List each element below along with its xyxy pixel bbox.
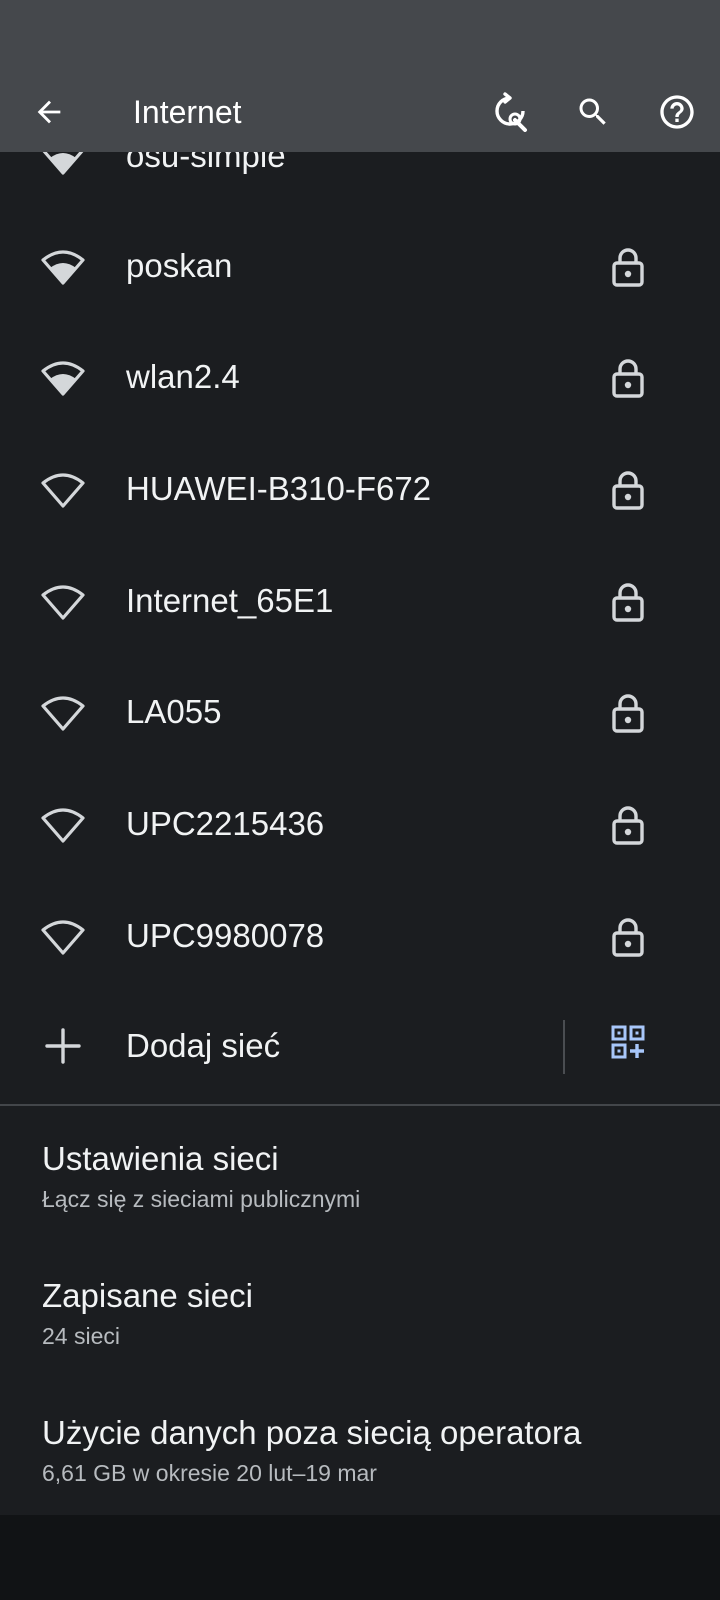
setting-title: Ustawienia sieci — [42, 1140, 279, 1177]
back-button[interactable] — [13, 76, 85, 148]
lock-icon — [612, 806, 644, 845]
wifi-signal-weak-icon — [41, 696, 85, 731]
divider — [563, 1020, 565, 1074]
wifi-network-row[interactable]: LA055 — [0, 656, 720, 768]
help-button[interactable] — [641, 76, 713, 148]
wifi-signal-weak-icon — [41, 473, 85, 508]
wifi-repair-icon — [495, 92, 527, 132]
internet-settings-screen: Internet osu-simple poskan wlan2.4 HUAWE… — [0, 0, 720, 1600]
add-network-row: Dodaj sieć — [0, 993, 720, 1105]
arrow-left-icon — [37, 100, 61, 124]
setting-title: Użycie danych poza siecią operatora — [42, 1414, 582, 1451]
help-icon — [660, 95, 694, 129]
qr-scan-icon[interactable] — [611, 1025, 645, 1059]
network-name: wlan2.4 — [126, 358, 240, 395]
page-title: Internet — [133, 94, 242, 130]
saved-networks-item[interactable]: Zapisane sieci 24 sieci — [0, 1257, 720, 1387]
navigation-bar — [0, 1515, 720, 1600]
network-name: poskan — [126, 247, 233, 284]
wifi-network-row[interactable]: UPC2215436 — [0, 768, 720, 880]
lock-icon — [612, 694, 644, 733]
lock-icon — [612, 248, 644, 287]
content-area: Internet osu-simple poskan wlan2.4 HUAWE… — [0, 0, 720, 1515]
wifi-signal-weak-icon — [41, 585, 85, 620]
wifi-signal-strong-icon — [41, 250, 85, 285]
lock-icon — [612, 471, 644, 510]
wifi-network-row[interactable]: UPC9980078 — [0, 880, 720, 992]
wifi-signal-weak-icon — [41, 920, 85, 955]
wifi-signal-weak-icon — [41, 808, 85, 843]
non-carrier-data-usage-item[interactable]: Użycie danych poza siecią operatora 6,61… — [0, 1394, 720, 1515]
setting-subtitle: Łącz się z sieciami publicznymi — [42, 1186, 361, 1212]
wifi-network-row[interactable]: Internet_65E1 — [0, 545, 720, 657]
setting-subtitle: 24 sieci — [42, 1323, 120, 1349]
setting-subtitle: 6,61 GB w okresie 20 lut–19 mar — [42, 1460, 377, 1486]
app-bar: Internet — [0, 72, 720, 152]
setting-title: Zapisane sieci — [42, 1277, 253, 1314]
wifi-signal-strong-icon — [41, 361, 85, 396]
network-name: LA055 — [126, 693, 222, 730]
wifi-network-row[interactable]: poskan — [0, 210, 720, 322]
plus-icon — [45, 1028, 81, 1064]
network-name: HUAWEI-B310-F672 — [126, 470, 432, 507]
lock-icon — [612, 918, 644, 957]
wifi-repair-button[interactable] — [475, 76, 547, 148]
network-name: UPC9980078 — [126, 917, 325, 954]
wifi-network-row[interactable]: HUAWEI-B310-F672 — [0, 433, 720, 545]
network-settings-item[interactable]: Ustawienia sieci Łącz się z sieciami pub… — [0, 1120, 720, 1250]
add-network-button[interactable]: Dodaj sieć — [126, 993, 280, 1099]
wifi-network-row[interactable]: wlan2.4 — [0, 321, 720, 433]
section-divider — [0, 1104, 720, 1106]
lock-icon — [612, 359, 644, 398]
network-name: Internet_65E1 — [126, 582, 334, 619]
search-button[interactable] — [557, 76, 629, 148]
search-icon — [579, 98, 606, 125]
status-bar — [0, 0, 720, 72]
network-name: UPC2215436 — [126, 805, 325, 842]
lock-icon — [612, 583, 644, 622]
